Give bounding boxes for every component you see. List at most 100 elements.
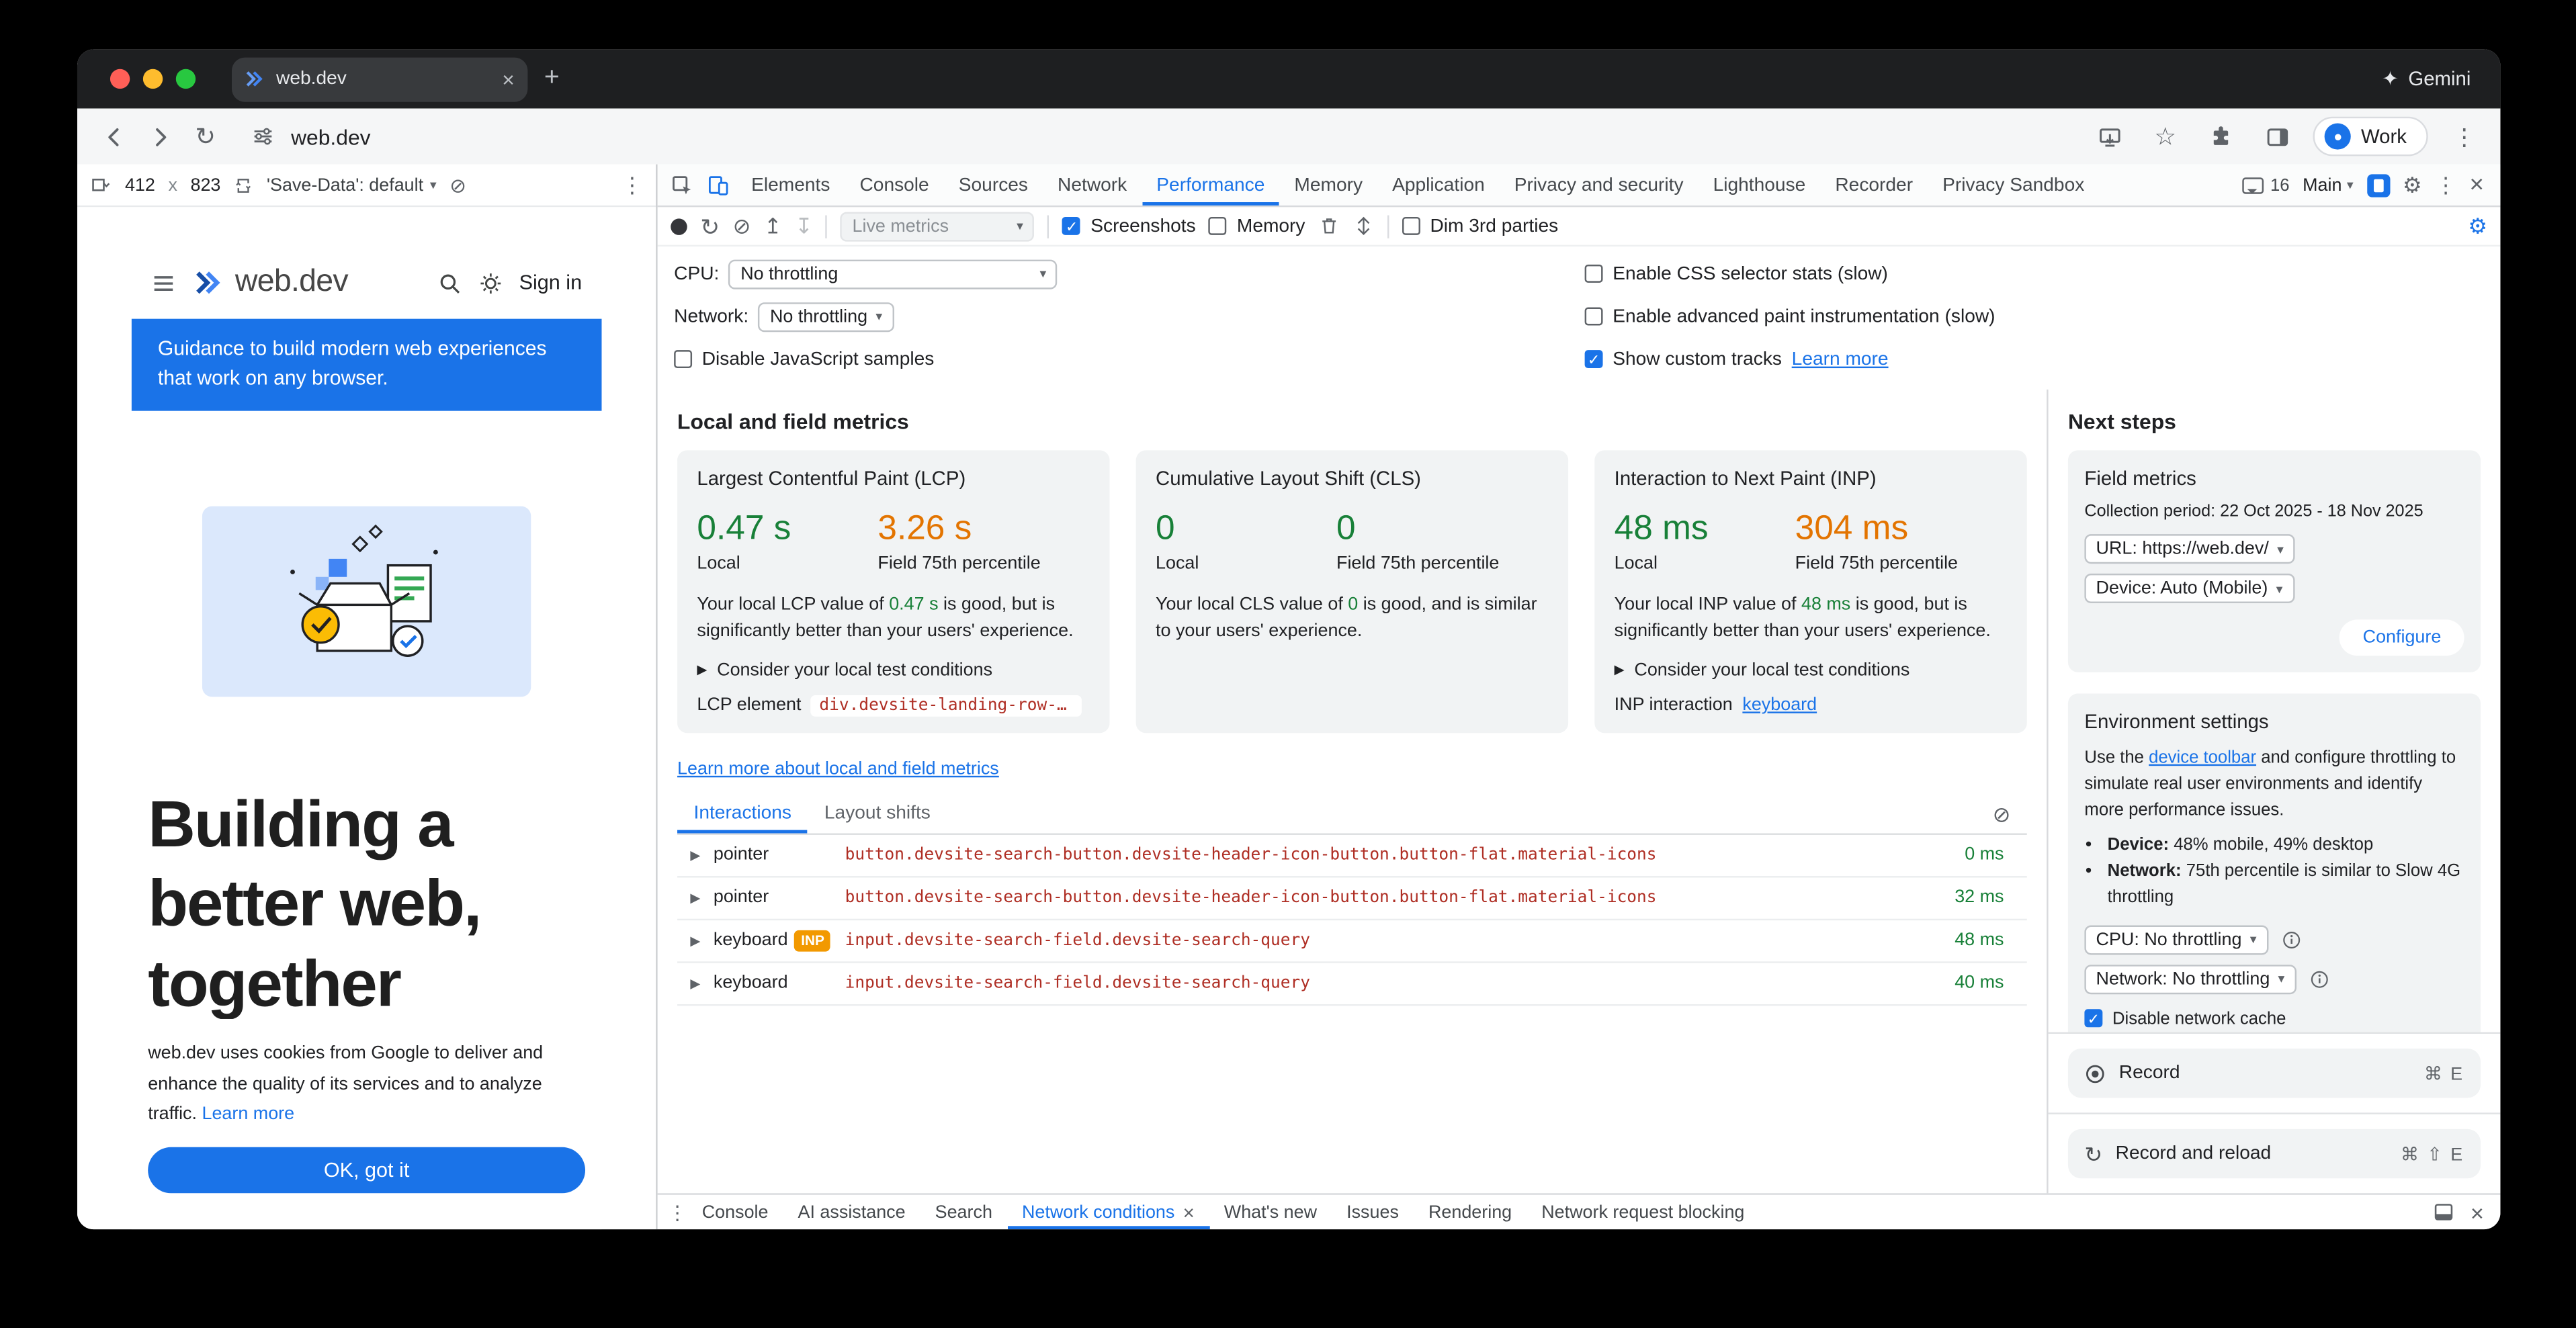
env-network-select[interactable]: Network: No throttling ▾	[2084, 964, 2296, 993]
toggle-device-toolbar-icon[interactable]	[700, 165, 736, 206]
tab-interactions[interactable]: Interactions	[677, 795, 808, 833]
drawer-tab-whats-new[interactable]: What's new	[1209, 1195, 1332, 1229]
field-url-select[interactable]: URL: https://web.dev/ ▾	[2084, 534, 2295, 564]
capture-settings-gear-icon[interactable]: ⚙	[2468, 216, 2487, 237]
interaction-row[interactable]: ▶ pointer button.devsite-search-button.d…	[677, 835, 2027, 878]
device-dimensions-menu-icon[interactable]	[91, 174, 112, 195]
device-toolbar-link[interactable]: device toolbar	[2149, 748, 2256, 767]
expand-row-icon[interactable]: ▶	[687, 891, 703, 905]
site-info-icon[interactable]	[248, 117, 277, 157]
tab-elements[interactable]: Elements	[736, 165, 845, 206]
install-icon[interactable]	[2090, 117, 2129, 157]
gemini-button[interactable]: ✦ Gemini	[2382, 67, 2500, 90]
cpu-throttle-select[interactable]: No throttling ▾	[729, 259, 1058, 288]
back-button[interactable]	[93, 117, 133, 157]
tab-console[interactable]: Console	[845, 165, 943, 206]
devtools-close-icon[interactable]: ×	[2470, 173, 2484, 197]
css-selector-stats-checkbox[interactable]	[1585, 265, 1603, 283]
expand-row-icon[interactable]: ▶	[687, 976, 703, 991]
reload-button[interactable]: ↻	[185, 117, 225, 157]
clear-icon[interactable]: ⊘	[733, 216, 751, 237]
disable-cache-checkbox[interactable]	[2084, 1009, 2102, 1027]
main-context-select[interactable]: Main ▾	[2303, 175, 2354, 195]
screenshots-checkbox[interactable]	[1063, 217, 1081, 235]
record-and-reload-icon[interactable]: ↻	[700, 214, 720, 237]
new-tab-button[interactable]: +	[544, 64, 560, 93]
drawer-tab-issues[interactable]: Issues	[1332, 1195, 1414, 1229]
dock-drawer-icon[interactable]	[2433, 1202, 2454, 1223]
custom-tracks-learn-more-link[interactable]: Learn more	[1792, 349, 1889, 369]
env-cpu-select[interactable]: CPU: No throttling ▾	[2084, 924, 2268, 954]
interaction-row[interactable]: ▶ keyboardINP input.devsite-search-field…	[677, 920, 2027, 963]
forward-button[interactable]	[140, 117, 179, 157]
drawer-tab-search[interactable]: Search	[920, 1195, 1007, 1229]
hamburger-menu-icon[interactable]	[151, 270, 176, 295]
device-frame-icon[interactable]	[2366, 173, 2389, 196]
device-toolbar-menu-icon[interactable]: ⋮	[621, 174, 643, 195]
drawer-tab-console[interactable]: Console	[687, 1195, 783, 1229]
tab-layout-shifts[interactable]: Layout shifts	[808, 795, 947, 833]
record-and-reload-button[interactable]: ↻ Record and reload ⌘ ⇧ E	[2068, 1129, 2481, 1178]
cpu-info-icon[interactable]	[2281, 930, 2301, 949]
minimize-window-button[interactable]	[143, 69, 163, 89]
throttling-off-icon[interactable]: ⊘	[449, 175, 466, 195]
drawer-tab-ai-assistance[interactable]: AI assistance	[783, 1195, 920, 1229]
expand-row-icon[interactable]: ▶	[687, 934, 703, 948]
custom-tracks-checkbox[interactable]	[1585, 350, 1603, 368]
address-bar[interactable]: web.dev	[248, 117, 2083, 157]
close-drawer-tab-icon[interactable]: ×	[1183, 1200, 1195, 1223]
site-logo[interactable]: web.dev	[192, 265, 348, 301]
configure-button[interactable]: Configure	[2339, 619, 2464, 656]
tab-performance[interactable]: Performance	[1142, 165, 1279, 206]
tab-application[interactable]: Application	[1377, 165, 1500, 206]
save-data-select[interactable]: 'Save-Data': default ▾	[267, 175, 437, 195]
upload-profile-icon[interactable]: ↥	[764, 216, 782, 237]
drawer-menu-icon[interactable]: ⋮	[667, 1202, 687, 1222]
tab-network[interactable]: Network	[1043, 165, 1142, 206]
network-info-icon[interactable]	[2309, 969, 2329, 988]
extensions-icon[interactable]	[2202, 117, 2241, 157]
sign-in-link[interactable]: Sign in	[519, 271, 583, 294]
field-device-select[interactable]: Device: Auto (Mobile) ▾	[2084, 574, 2294, 603]
network-conditions-icon[interactable]	[1353, 216, 1374, 237]
cookie-learn-more-link[interactable]: Learn more	[202, 1105, 294, 1124]
interaction-row[interactable]: ▶ keyboard input.devsite-search-field.de…	[677, 963, 2027, 1006]
tab-recorder[interactable]: Recorder	[1820, 165, 1928, 206]
tab-memory[interactable]: Memory	[1279, 165, 1377, 206]
collect-garbage-icon[interactable]	[1318, 216, 1340, 237]
profile-button[interactable]: ● Work	[2313, 117, 2428, 157]
disable-js-samples-checkbox[interactable]	[674, 350, 692, 368]
cookie-ok-button[interactable]: OK, got it	[148, 1147, 585, 1194]
metrics-learn-more-link[interactable]: Learn more about local and field metrics	[677, 759, 999, 779]
inp-interaction-link[interactable]: keyboard	[1742, 695, 1817, 715]
lcp-test-conditions-expander[interactable]: ▶ Consider your local test conditions	[697, 660, 1090, 680]
drawer-tab-rendering[interactable]: Rendering	[1414, 1195, 1527, 1229]
browser-tab[interactable]: web.dev ×	[232, 56, 527, 101]
record-button[interactable]: Record ⌘ E	[2068, 1049, 2481, 1098]
tab-sources[interactable]: Sources	[944, 165, 1043, 206]
network-throttle-select[interactable]: No throttling ▾	[759, 302, 894, 331]
inp-test-conditions-expander[interactable]: ▶ Consider your local test conditions	[1615, 660, 2008, 680]
interaction-row[interactable]: ▶ pointer button.devsite-search-button.d…	[677, 877, 2027, 920]
close-drawer-icon[interactable]: ×	[2471, 1200, 2484, 1223]
device-width-input[interactable]: 412	[125, 175, 155, 195]
paint-instrumentation-checkbox[interactable]	[1585, 308, 1603, 326]
dim-third-parties-checkbox[interactable]	[1402, 217, 1420, 235]
tab-lighthouse[interactable]: Lighthouse	[1699, 165, 1821, 206]
close-window-button[interactable]	[110, 69, 130, 89]
tab-privacy-security[interactable]: Privacy and security	[1500, 165, 1699, 206]
record-icon[interactable]	[671, 218, 687, 234]
tab-privacy-sandbox[interactable]: Privacy Sandbox	[1928, 165, 2099, 206]
browser-menu-icon[interactable]: ⋮	[2444, 117, 2484, 157]
inspect-element-icon[interactable]	[664, 165, 700, 206]
drawer-tab-network-conditions[interactable]: Network conditions ×	[1007, 1195, 1209, 1229]
memory-checkbox[interactable]	[1209, 217, 1227, 235]
clear-interactions-icon[interactable]: ⊘	[1993, 803, 2011, 825]
side-panel-icon[interactable]	[2258, 117, 2297, 157]
promo-banner[interactable]: Guidance to build modern web experiences…	[132, 319, 602, 410]
site-search-icon[interactable]	[437, 270, 462, 295]
drawer-tab-network-request-blocking[interactable]: Network request blocking	[1527, 1195, 1759, 1229]
devtools-settings-gear-icon[interactable]: ⚙	[2403, 174, 2422, 195]
lcp-element-link[interactable]: div.devsite-landing-row-item-d…	[811, 695, 1082, 717]
issues-counter[interactable]: 16	[2242, 175, 2289, 195]
